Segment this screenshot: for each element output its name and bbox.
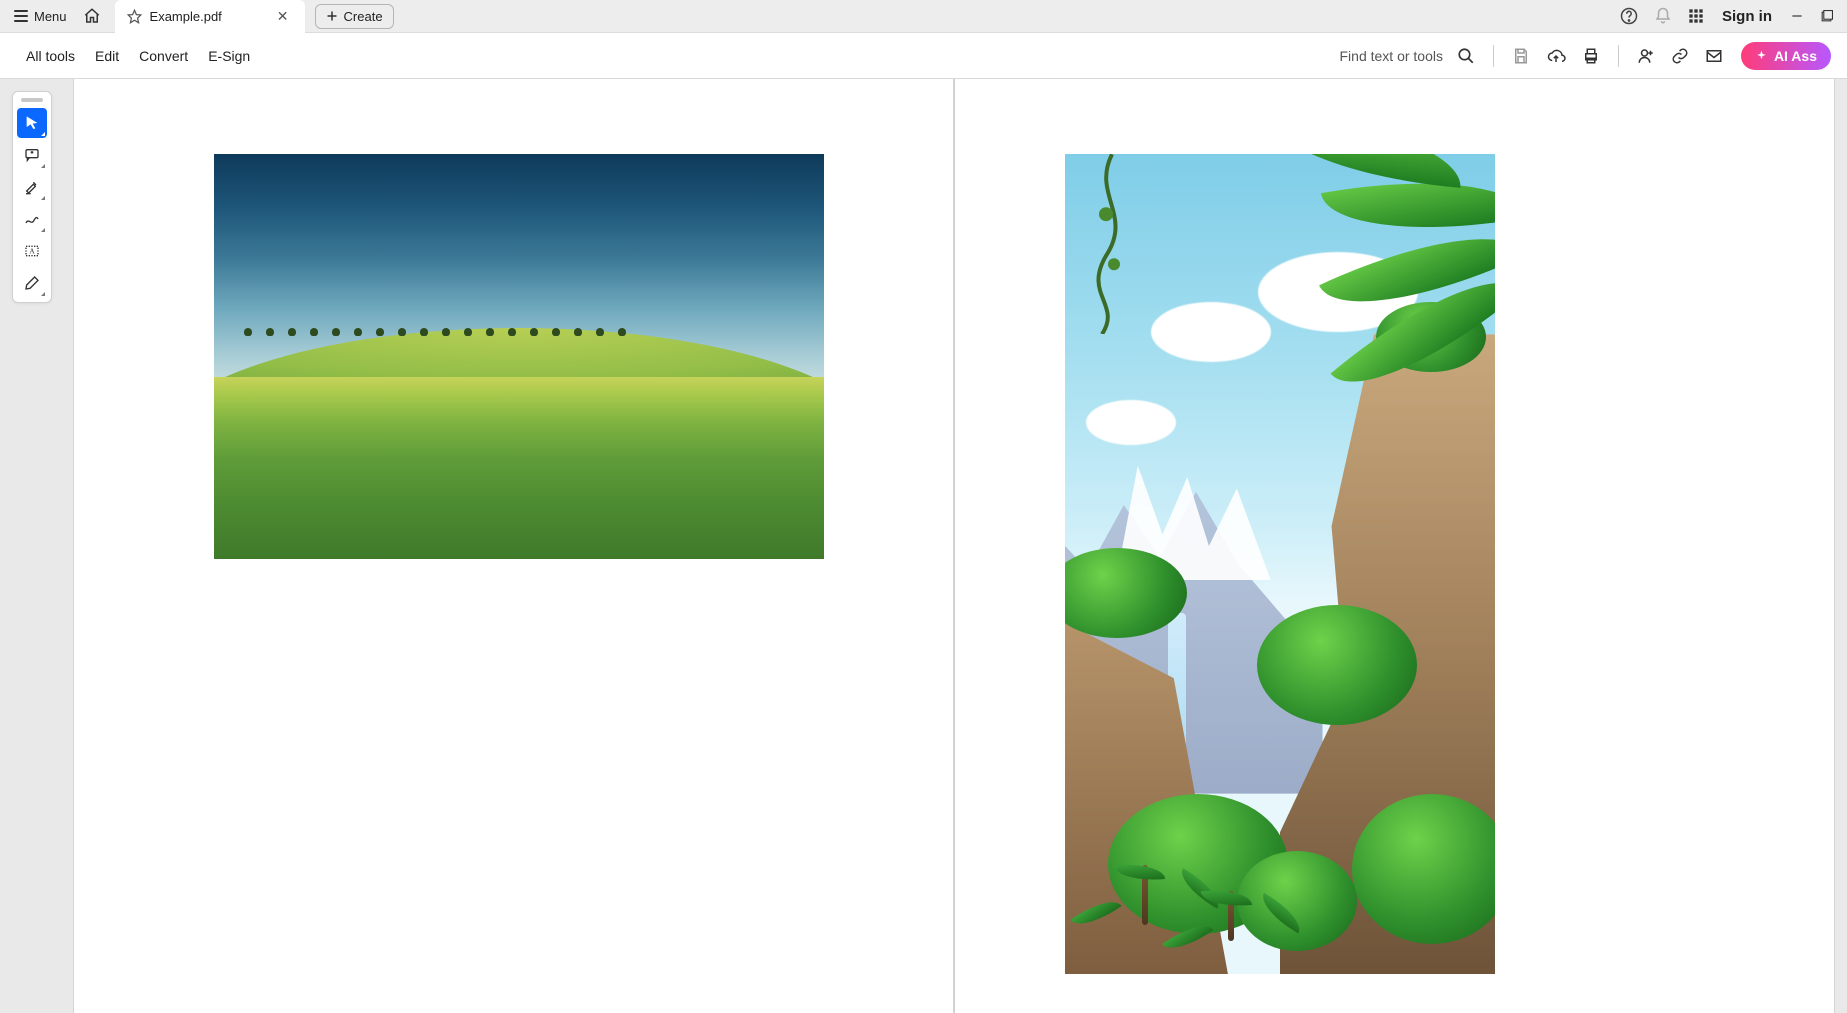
sparkle-icon: [1755, 48, 1768, 64]
comment-icon: [24, 147, 40, 163]
toolbar-link-edit[interactable]: Edit: [85, 42, 129, 70]
hamburger-icon: [14, 10, 28, 22]
home-icon: [83, 7, 101, 25]
titlebar: Menu Example.pdf ✕ Create Sign in: [0, 0, 1847, 33]
draw-tool[interactable]: [17, 204, 47, 234]
maximize-icon: [1820, 10, 1833, 23]
apps-button[interactable]: [1680, 4, 1712, 28]
email-button[interactable]: [1697, 43, 1731, 69]
page-2[interactable]: [954, 79, 1834, 1013]
page-spread: [0, 79, 1847, 1013]
save-button[interactable]: [1504, 43, 1538, 69]
divider: [1493, 45, 1494, 67]
mail-icon: [1705, 47, 1723, 65]
grid-icon: [1688, 8, 1704, 24]
link-icon: [1671, 47, 1689, 65]
select-tool[interactable]: [17, 108, 47, 138]
comment-tool[interactable]: [17, 140, 47, 170]
add-user-button[interactable]: [1629, 43, 1663, 69]
ai-assistant-button[interactable]: AI Ass: [1741, 42, 1831, 70]
maximize-button[interactable]: [1812, 6, 1841, 27]
textbox-icon: A: [24, 243, 40, 259]
link-button[interactable]: [1663, 43, 1697, 69]
fill-sign-tool[interactable]: [17, 268, 47, 298]
toolbar-link-esign[interactable]: E-Sign: [198, 42, 260, 70]
notifications-button[interactable]: [1646, 3, 1680, 29]
svg-text:A: A: [29, 247, 35, 256]
tab-filename: Example.pdf: [150, 9, 222, 24]
toolbar-link-convert[interactable]: Convert: [129, 42, 198, 70]
page-1[interactable]: [74, 79, 954, 1013]
print-icon: [1582, 47, 1600, 65]
menu-button[interactable]: Menu: [6, 5, 75, 28]
bell-icon: [1654, 7, 1672, 25]
tropical-jungle-image: [1065, 154, 1495, 974]
minimize-button[interactable]: [1782, 5, 1812, 27]
search-icon: [1457, 47, 1475, 65]
help-icon: [1620, 7, 1638, 25]
create-button[interactable]: Create: [315, 4, 394, 29]
star-icon: [127, 9, 142, 24]
save-icon: [1512, 47, 1530, 65]
cloud-upload-icon: [1546, 47, 1566, 65]
toolbar-link-alltools[interactable]: All tools: [16, 42, 85, 70]
highlighter-icon: [24, 179, 40, 195]
search-button[interactable]: [1449, 43, 1483, 69]
draw-icon: [24, 211, 40, 227]
side-toolbar: A: [12, 91, 52, 303]
workspace: A: [0, 79, 1847, 1013]
document-tab[interactable]: Example.pdf ✕: [115, 0, 305, 33]
grip-handle[interactable]: [21, 98, 43, 102]
plus-icon: [326, 10, 338, 22]
print-button[interactable]: [1574, 43, 1608, 69]
create-label: Create: [344, 9, 383, 24]
cursor-icon: [24, 115, 40, 131]
signin-button[interactable]: Sign in: [1712, 4, 1782, 29]
text-box-tool[interactable]: A: [17, 236, 47, 266]
landscape-field-image: [214, 154, 824, 559]
user-plus-icon: [1637, 47, 1655, 65]
divider: [1618, 45, 1619, 67]
minimize-icon: [1790, 9, 1804, 23]
toolbar: All tools Edit Convert E-Sign Find text …: [0, 33, 1847, 79]
menu-label: Menu: [34, 9, 67, 24]
upload-button[interactable]: [1538, 43, 1574, 69]
home-button[interactable]: [75, 3, 109, 29]
help-button[interactable]: [1612, 3, 1646, 29]
tab-close-button[interactable]: ✕: [273, 7, 293, 25]
highlight-tool[interactable]: [17, 172, 47, 202]
find-label: Find text or tools: [1340, 48, 1450, 64]
pen-icon: [24, 275, 40, 291]
